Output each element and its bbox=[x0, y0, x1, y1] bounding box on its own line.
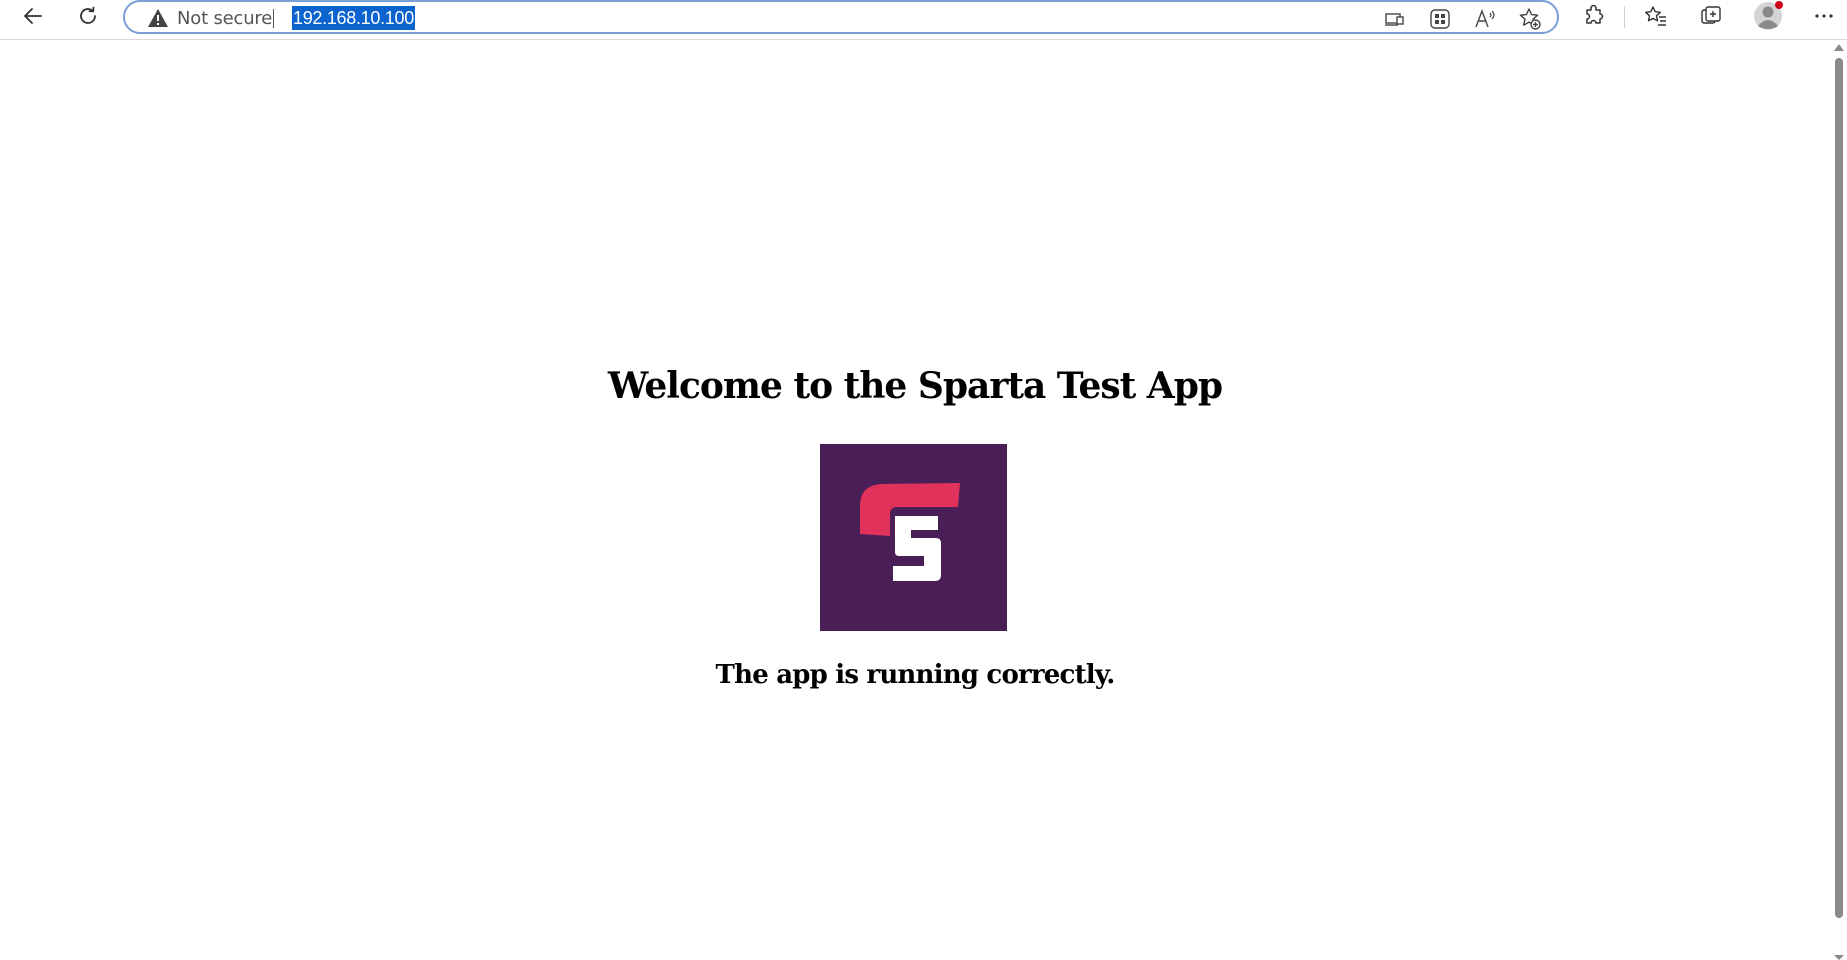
url-field[interactable]: 192.168.10.100 bbox=[292, 6, 415, 30]
address-bar[interactable]: Not secure 192.168.10.100 bbox=[123, 0, 1559, 34]
collections-icon bbox=[1701, 6, 1721, 24]
scrollbar-thumb[interactable] bbox=[1835, 58, 1843, 918]
puzzle-icon bbox=[1586, 4, 1604, 24]
scroll-down-arrow[interactable] bbox=[1834, 955, 1844, 960]
extensions-button[interactable] bbox=[1576, 1, 1612, 31]
page-content: Welcome to the Sparta Test App The app i… bbox=[0, 40, 1830, 960]
security-label[interactable]: Not secure bbox=[177, 8, 272, 29]
toolbar-divider bbox=[1624, 6, 1625, 28]
app-install-icon bbox=[1385, 13, 1404, 26]
sparta-logo bbox=[820, 444, 1007, 631]
more-options-button[interactable] bbox=[1806, 1, 1842, 31]
favorites-list-icon bbox=[1645, 6, 1666, 26]
app-available-button[interactable] bbox=[1381, 6, 1409, 32]
profile-button[interactable] bbox=[1750, 1, 1786, 31]
avatar-icon bbox=[1754, 1, 1783, 30]
grid-reader-icon bbox=[1430, 9, 1450, 29]
refresh-button[interactable] bbox=[70, 1, 106, 31]
read-aloud-button[interactable] bbox=[1471, 6, 1499, 32]
refresh-icon bbox=[80, 6, 96, 24]
back-button[interactable] bbox=[15, 1, 51, 31]
collections-button[interactable] bbox=[1693, 1, 1729, 31]
star-plus-icon bbox=[1519, 8, 1541, 30]
favorites-button[interactable] bbox=[1638, 1, 1674, 31]
warning-icon[interactable] bbox=[147, 8, 169, 28]
read-aloud-icon bbox=[1475, 9, 1495, 28]
add-favorite-button[interactable] bbox=[1516, 6, 1544, 32]
arrow-left-icon bbox=[24, 8, 42, 24]
ellipsis-icon bbox=[1815, 14, 1833, 18]
notification-dot bbox=[1775, 1, 1783, 9]
address-separator bbox=[273, 9, 274, 28]
browser-toolbar: Not secure 192.168.10.100 bbox=[0, 0, 1847, 40]
status-message: The app is running correctly. bbox=[715, 660, 1116, 690]
immersive-reader-button[interactable] bbox=[1426, 6, 1454, 32]
page-title: Welcome to the Sparta Test App bbox=[607, 365, 1223, 407]
scroll-up-arrow[interactable] bbox=[1834, 44, 1844, 51]
